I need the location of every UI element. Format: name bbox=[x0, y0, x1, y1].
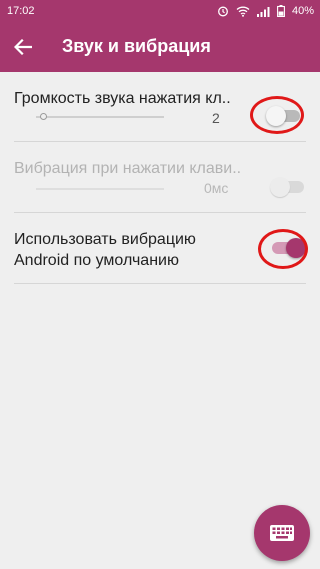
back-button[interactable] bbox=[10, 34, 36, 60]
divider bbox=[14, 283, 306, 284]
keyboard-icon bbox=[270, 525, 294, 541]
highlight-circle bbox=[250, 96, 304, 134]
battery-percent: 40% bbox=[291, 5, 314, 17]
keypress-volume-slider-thumb[interactable] bbox=[40, 113, 47, 120]
wifi-icon bbox=[236, 6, 250, 17]
keypress-volume-slider-track[interactable] bbox=[36, 116, 164, 118]
keypress-volume-title: Громкость звука нажатия кл.. bbox=[14, 90, 231, 107]
keyboard-fab-button[interactable] bbox=[254, 505, 310, 561]
highlight-circle bbox=[258, 229, 308, 269]
battery-icon bbox=[277, 5, 285, 17]
status-bar: 17:02 40% bbox=[0, 0, 320, 22]
keypress-vibration-title: Вибрация при нажатии клави.. bbox=[14, 160, 242, 177]
alarm-icon bbox=[217, 5, 229, 17]
keypress-vibration-toggle bbox=[270, 177, 306, 197]
keypress-vibration-slider-track bbox=[36, 188, 164, 190]
setting-default-vibration[interactable]: Использовать вибрацию Android по умолчан… bbox=[0, 213, 320, 283]
keypress-vibration-value: 0мс bbox=[204, 180, 229, 196]
page-title: Звук и вибрация bbox=[62, 36, 211, 56]
signal-icon bbox=[256, 6, 270, 17]
status-icons: 40% bbox=[217, 0, 314, 22]
default-vibration-title: Использовать вибрацию Android по умолчан… bbox=[14, 231, 196, 269]
back-arrow-icon bbox=[14, 39, 32, 55]
setting-keypress-vibration: Вибрация при нажатии клави.. 0мс bbox=[0, 142, 320, 212]
status-time: 17:02 bbox=[7, 5, 35, 17]
keypress-volume-value: 2 bbox=[212, 110, 220, 126]
toolbar: Звук и вибрация bbox=[0, 22, 320, 72]
